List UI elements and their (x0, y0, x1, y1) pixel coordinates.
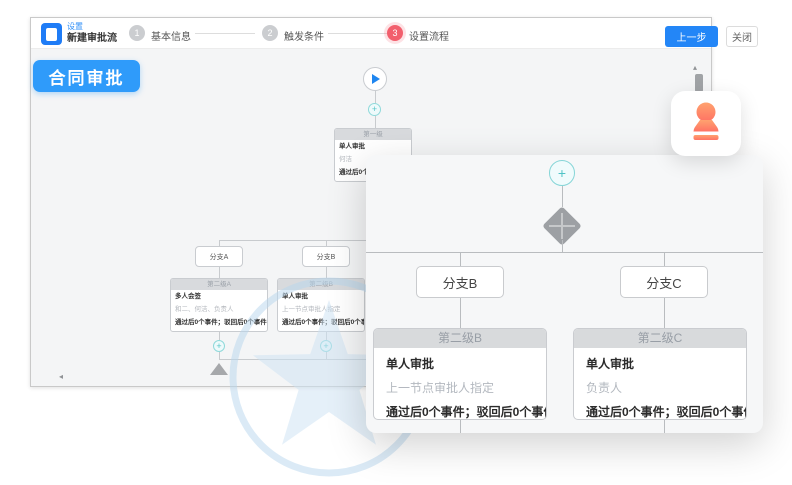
card-title: 第二级C (574, 329, 746, 348)
connector-line (326, 267, 327, 278)
assignee: 上一节点审批人指定 (278, 303, 364, 316)
connector-line (375, 91, 376, 103)
merge-end-node[interactable] (210, 363, 228, 375)
card-title: 第二级B (374, 329, 546, 348)
approve-type: 单人审批 (574, 355, 746, 372)
step-3-circle[interactable]: 3 (387, 25, 403, 41)
document-icon (46, 28, 57, 41)
connector-line (562, 240, 563, 252)
branch-c-node[interactable]: 分支C (620, 266, 708, 298)
page-title: 新建审批流 (67, 33, 117, 45)
connector-line (562, 186, 563, 207)
connector-line (460, 252, 461, 266)
window-header: 设置 新建审批流 1 基本信息 2 触发条件 3 设置流程 上一步 关闭 (31, 18, 711, 49)
events: 通过后0个事件；驳回后0个事件 (374, 403, 546, 420)
stamp-icon (686, 101, 726, 147)
step-connector (195, 33, 255, 34)
connector-line (460, 298, 461, 328)
app-logo (41, 23, 62, 45)
plus-icon: + (372, 104, 377, 114)
branch-b-node[interactable]: 分支B (416, 266, 504, 298)
step-1-number: 1 (134, 28, 139, 38)
app-tag-label: 设置 (67, 22, 83, 32)
approve-type: 单人审批 (278, 290, 364, 303)
level2a-node-card[interactable]: 第二级A 多人会签 和二、何洁、负责人 通过后0个事件；驳回后0个事件 (170, 278, 268, 332)
level2b-node-card[interactable]: 第二级B 单人审批 上一节点审批人指定 通过后0个事件；驳回后0个事件 (373, 328, 547, 420)
plus-icon: + (323, 341, 328, 351)
start-node[interactable] (363, 67, 387, 91)
connector-line (664, 298, 665, 328)
events: 通过后0个事件；驳回后0个事件 (574, 403, 746, 420)
step-2-label: 触发条件 (284, 28, 324, 43)
add-node-button[interactable]: + (549, 160, 575, 186)
connector-line (664, 420, 665, 433)
vertical-scrollbar-thumb[interactable] (695, 74, 703, 92)
level2c-node-card[interactable]: 第二级C 单人审批 负责人 通过后0个事件；驳回后0个事件 (573, 328, 747, 420)
add-node-button[interactable]: + (368, 103, 381, 116)
assignee: 和二、何洁、负责人 (171, 303, 267, 316)
flow-name-tag: 合同审批 (33, 60, 140, 92)
previous-step-button[interactable]: 上一步 (665, 26, 718, 47)
branch-a-label: 分支A (210, 252, 229, 262)
connector-line (326, 332, 327, 340)
connector-line (219, 267, 220, 278)
plus-icon: + (216, 341, 221, 351)
plus-icon: + (558, 165, 566, 181)
approve-type: 多人会签 (171, 290, 267, 303)
assignee: 上一节点审批人指定 (374, 379, 546, 396)
play-icon (372, 74, 380, 84)
level2a-card-title: 第二级A (171, 279, 267, 290)
branch-a-node[interactable]: 分支A (195, 246, 243, 267)
level2b-card-title: 第二级B (278, 279, 364, 290)
approve-type: 单人审批 (335, 140, 411, 153)
step-2-circle[interactable]: 2 (262, 25, 278, 41)
step-1-label: 基本信息 (151, 28, 191, 43)
level1-card-title: 第一级 (335, 129, 411, 140)
step-3-label: 设置流程 (409, 28, 449, 43)
scroll-left-arrow[interactable]: ◂ (59, 372, 63, 381)
connector-line (326, 352, 327, 359)
approve-type: 单人审批 (374, 355, 546, 372)
gateway-plus-icon (561, 213, 563, 239)
branch-b-node[interactable]: 分支B (302, 246, 350, 267)
close-button[interactable]: 关闭 (726, 26, 758, 47)
connector-line (219, 332, 220, 340)
step-2-number: 2 (267, 28, 272, 38)
branch-c-label: 分支C (646, 273, 681, 292)
step-3-number: 3 (392, 28, 397, 38)
connector-line (375, 116, 376, 128)
branch-b-label: 分支B (443, 273, 478, 292)
connector-line (664, 252, 665, 266)
connector-line (219, 352, 220, 359)
step-1-circle[interactable]: 1 (129, 25, 145, 41)
branch-b-label: 分支B (317, 252, 336, 262)
level2b-node-card[interactable]: 第二级B 单人审批 上一节点审批人指定 通过后0个事件；驳回后0个事件 (277, 278, 365, 332)
add-node-button[interactable]: + (213, 340, 225, 352)
events: 通过后0个事件；驳回后0个事件 (171, 316, 267, 329)
assignee: 负责人 (574, 379, 746, 396)
connector-line (366, 252, 763, 253)
stamp-badge-card (671, 91, 741, 156)
step-connector (328, 33, 388, 34)
scroll-up-arrow[interactable]: ▴ (693, 63, 697, 72)
zoomed-flow-panel: + 分支B 第二级B 单人审批 上一节点审批人指定 通过后0个事件；驳回后0个事… (366, 155, 763, 433)
add-node-button[interactable]: + (320, 340, 332, 352)
events: 通过后0个事件；驳回后0个事件 (278, 316, 364, 329)
connector-line (460, 420, 461, 433)
